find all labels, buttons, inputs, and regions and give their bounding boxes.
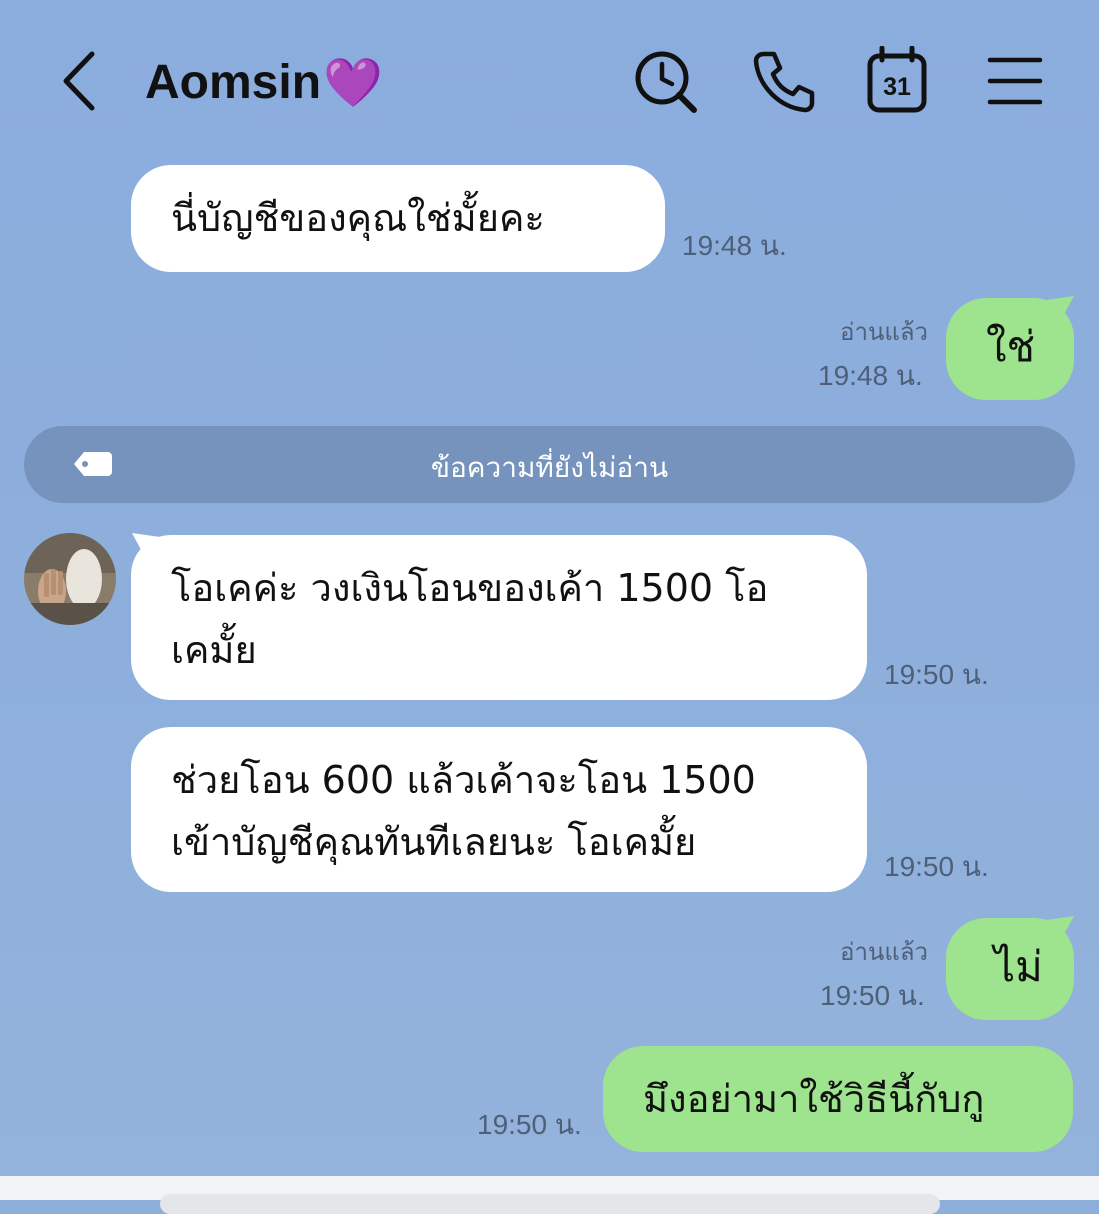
bubble-tail [1046, 916, 1074, 942]
read-receipt: อ่านแล้ว [840, 318, 928, 346]
chat-header: Aomsin 💜 31 [0, 0, 1099, 150]
chat-title: Aomsin 💜 [145, 50, 383, 114]
calendar-day: 31 [883, 73, 911, 101]
message-text-line: เคมั้ย [171, 628, 257, 672]
avatar[interactable] [24, 533, 116, 625]
message-timestamp: 19:50 น. [820, 980, 925, 1011]
search-button[interactable] [632, 46, 700, 116]
message-text-line: ช่วยโอน 600 แล้วเค้าจะโอน 1500 [171, 758, 756, 802]
message-timestamp: 19:50 น. [884, 851, 989, 882]
search-clock-icon [635, 51, 697, 113]
calendar-icon: 31 [867, 45, 927, 113]
message-text: นี่บัญชีของคุณใช่มั้ยคะ [171, 196, 545, 240]
message-timestamp: 19:48 น. [818, 360, 923, 391]
phone-icon [753, 51, 815, 113]
heart-emoji: 💜 [323, 56, 383, 110]
calendar-button[interactable]: 31 [862, 45, 930, 116]
bubble-tail [132, 533, 160, 559]
message-text-line: โอเคค่ะ วงเงินโอนของเค้า 1500 โอ [171, 566, 769, 610]
incoming-message-bubble[interactable]: นี่บัญชีของคุณใช่มั้ยคะ [131, 165, 665, 272]
message-timestamp: 19:48 น. [682, 230, 787, 261]
unread-divider: ข้อความที่ยังไม่อ่าน [24, 426, 1075, 503]
read-receipt: อ่านแล้ว [840, 938, 928, 966]
back-button[interactable] [56, 48, 106, 114]
avatar-image [24, 533, 116, 625]
incoming-message-bubble[interactable]: โอเคค่ะ วงเงินโอนของเค้า 1500 โอ เคมั้ย [131, 535, 867, 700]
message-timestamp: 19:50 น. [884, 659, 989, 690]
message-input-bar [0, 1176, 1099, 1214]
message-text: มึงอย่ามาใช้วิธีนี้กับกู [643, 1077, 985, 1121]
unread-label: ข้อความที่ยังไม่อ่าน [430, 451, 669, 484]
message-timestamp: 19:50 น. [477, 1109, 582, 1140]
message-input-field[interactable] [160, 1194, 940, 1214]
outgoing-message-bubble[interactable]: มึงอย่ามาใช้วิธีนี้กับกู [603, 1046, 1073, 1152]
call-button[interactable] [750, 46, 818, 116]
message-text-line: เข้าบัญชีคุณทันทีเลยนะ โอเคมั้ย [171, 820, 697, 864]
contact-name: Aomsin [145, 55, 322, 109]
incoming-message-bubble[interactable]: ช่วยโอน 600 แล้วเค้าจะโอน 1500 เข้าบัญชี… [131, 727, 867, 892]
back-arrow-icon [63, 51, 95, 111]
bubble-tail [1046, 296, 1074, 322]
hamburger-menu-icon [987, 57, 1043, 105]
menu-button[interactable] [982, 46, 1050, 116]
